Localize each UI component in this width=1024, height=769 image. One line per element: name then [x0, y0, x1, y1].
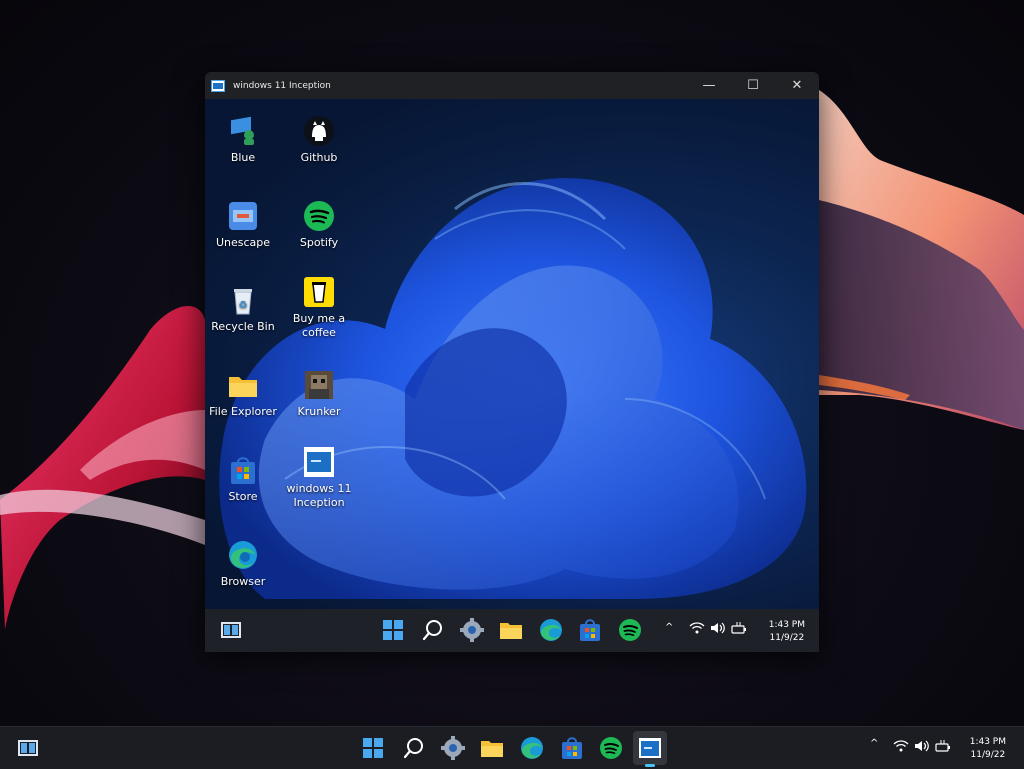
coffee-icon	[303, 276, 335, 308]
outer-store[interactable]	[560, 736, 584, 760]
edge-icon	[521, 737, 543, 759]
inception-icon	[303, 446, 335, 478]
desktop-icon-blue[interactable]: Blue	[207, 115, 279, 165]
desktop-icon-spotify[interactable]: Spotify	[283, 200, 355, 250]
folder-icon	[481, 741, 503, 757]
volume-icon[interactable]	[710, 622, 726, 637]
outer-task-view-button[interactable]	[16, 736, 40, 760]
inception-window[interactable]: windows 11 Inception — ☐ ✕ Blue Unescape…	[205, 72, 819, 652]
svg-text:♻: ♻	[239, 300, 248, 311]
folder-icon	[500, 623, 522, 639]
store-icon	[227, 454, 259, 486]
spotify-icon	[303, 200, 335, 232]
outer-taskbar: ^ 1:43 PM 11/9/22	[0, 726, 1024, 769]
app-icon	[211, 79, 225, 92]
task-view-icon	[18, 740, 38, 756]
inner-time: 1:43 PM	[768, 620, 805, 630]
store-icon	[580, 619, 600, 641]
recycle-bin-icon: ♻	[227, 284, 259, 316]
wifi-icon[interactable]	[893, 740, 909, 755]
outer-inception-app[interactable]	[638, 736, 662, 760]
desktop-icon-unescape[interactable]: Unescape	[207, 200, 279, 250]
windows-start-icon	[363, 738, 383, 758]
krunker-icon	[303, 369, 335, 401]
desktop-icon-recycle-bin[interactable]: ♻ Recycle Bin	[207, 284, 279, 334]
tray-chevron[interactable]: ^	[665, 622, 673, 633]
inner-desktop[interactable]: Blue Unescape ♻ Recycle Bin File Explore…	[205, 99, 819, 609]
search-icon	[422, 620, 442, 641]
desktop-icon-browser[interactable]: Browser	[207, 539, 279, 589]
taskbar-spotify[interactable]	[618, 618, 642, 642]
taskbar-file-explorer[interactable]	[499, 618, 523, 642]
inner-date: 11/9/22	[769, 633, 805, 643]
outer-file-explorer[interactable]	[480, 736, 504, 760]
minimize-button[interactable]: —	[687, 72, 731, 99]
search-icon	[403, 738, 423, 759]
window-title: windows 11 Inception	[233, 80, 331, 91]
spotify-icon	[600, 737, 622, 759]
task-view-button[interactable]	[219, 618, 243, 642]
taskbar-edge[interactable]	[539, 618, 563, 642]
outer-spotify[interactable]	[599, 736, 623, 760]
outer-start-button[interactable]	[361, 736, 385, 760]
github-icon	[303, 115, 335, 147]
outer-date: 11/9/22	[970, 750, 1006, 760]
windows-start-icon	[383, 620, 403, 640]
wifi-icon[interactable]	[689, 622, 705, 637]
gear-icon	[460, 618, 484, 642]
battery-icon[interactable]	[935, 740, 951, 755]
window-titlebar[interactable]: windows 11 Inception — ☐ ✕	[205, 72, 819, 99]
battery-icon[interactable]	[731, 622, 747, 637]
taskbar-settings[interactable]	[460, 618, 484, 642]
folder-icon	[227, 369, 259, 401]
gear-icon	[441, 736, 465, 760]
volume-icon[interactable]	[914, 740, 930, 755]
outer-edge[interactable]	[520, 736, 544, 760]
unescape-icon	[227, 200, 259, 232]
desktop-icon-windows-11-inception[interactable]: windows 11 Inception	[283, 446, 355, 510]
task-view-icon	[221, 622, 241, 638]
outer-time: 1:43 PM	[969, 737, 1006, 747]
close-button[interactable]: ✕	[775, 72, 819, 99]
spotify-icon	[619, 619, 641, 641]
inner-taskbar: ^ 1:43 PM 11/9/22	[205, 609, 819, 652]
outer-settings[interactable]	[441, 736, 465, 760]
search-button[interactable]	[421, 618, 445, 642]
edge-icon	[227, 539, 259, 571]
desktop-icon-buy-me-a-coffee[interactable]: Buy me a coffee	[283, 276, 355, 340]
desktop-icon-krunker[interactable]: Krunker	[283, 369, 355, 419]
outer-tray-chevron[interactable]: ^	[870, 738, 878, 749]
taskbar-store[interactable]	[578, 618, 602, 642]
desktop-icon-store[interactable]: Store	[207, 454, 279, 504]
start-button[interactable]	[381, 618, 405, 642]
active-indicator	[645, 764, 655, 767]
outer-clock[interactable]: 1:43 PM 11/9/22	[970, 736, 1006, 762]
outer-search-button[interactable]	[402, 736, 426, 760]
blue-remote-desktop-icon	[227, 115, 259, 147]
inner-clock[interactable]: 1:43 PM 11/9/22	[769, 619, 805, 645]
bloom-wallpaper	[219, 178, 807, 599]
maximize-button[interactable]: ☐	[731, 72, 775, 99]
desktop-icon-file-explorer[interactable]: File Explorer	[207, 369, 279, 419]
edge-icon	[540, 619, 562, 641]
desktop-icon-github[interactable]: Github	[283, 115, 355, 165]
inception-icon	[639, 738, 661, 758]
store-icon	[562, 737, 582, 759]
